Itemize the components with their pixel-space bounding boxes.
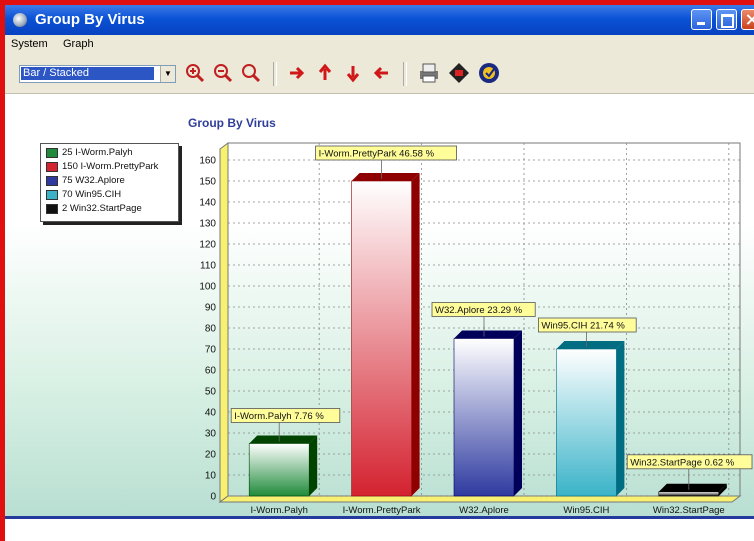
y-tick-label: 140	[199, 198, 216, 209]
y-tick-label: 0	[210, 492, 216, 503]
bar	[453, 338, 515, 497]
data-label: I-Worm.Palyh 7.76 %	[234, 411, 324, 422]
y-tick-label: 70	[205, 345, 217, 356]
bar-top	[454, 330, 522, 339]
y-tick-label: 110	[200, 261, 216, 272]
y-tick-label: 50	[205, 387, 217, 398]
y-tick-label: 60	[205, 366, 217, 377]
y-tick-label: 30	[205, 429, 217, 440]
bar-top	[249, 435, 318, 444]
bar	[248, 443, 310, 497]
y-tick-label: 120	[199, 240, 216, 251]
y-tick-label: 40	[205, 408, 217, 419]
bar	[351, 180, 412, 497]
bar-side	[309, 435, 318, 496]
bar-side	[616, 341, 625, 496]
data-label: Win95.CIH 21.74 %	[541, 321, 625, 332]
y-tick-label: 130	[199, 219, 216, 230]
floor	[218, 495, 742, 503]
x-tick-label: I-Worm.PrettyPark	[343, 505, 421, 516]
y-tick-label: 80	[205, 324, 217, 335]
data-label: W32.Aplore 23.29 %	[435, 305, 523, 316]
status-bar	[5, 516, 754, 541]
y-tick-label: 150	[199, 177, 216, 188]
bar-top	[351, 173, 420, 181]
y-tick-label: 90	[205, 303, 217, 314]
bar-side	[411, 173, 420, 496]
y-axis-wall	[219, 142, 229, 503]
bar-chart: 0 10 20 30 40 50 60 70 80 90 100 110 120 130 140 150 160…	[199, 142, 753, 516]
bar	[658, 491, 720, 497]
bar-top	[556, 341, 625, 349]
x-tick-label: Win95.CIH	[563, 505, 609, 516]
x-tick-label: W32.Aplore	[459, 505, 509, 516]
y-tick-label: 10	[205, 471, 217, 482]
bar-top	[658, 483, 727, 492]
y-tick-label: 20	[205, 450, 217, 461]
y-tick-label: 160	[199, 156, 216, 167]
data-label: Win32.StartPage 0.62 %	[630, 457, 735, 468]
data-label: I-Worm.PrettyPark 46.58 %	[319, 149, 435, 160]
bar	[556, 348, 617, 497]
x-tick-label: I-Worm.Palyh	[251, 505, 308, 516]
x-tick-label: Win32.StartPage	[653, 505, 725, 516]
bar-side	[514, 330, 522, 496]
y-tick-label: 100	[199, 282, 216, 293]
